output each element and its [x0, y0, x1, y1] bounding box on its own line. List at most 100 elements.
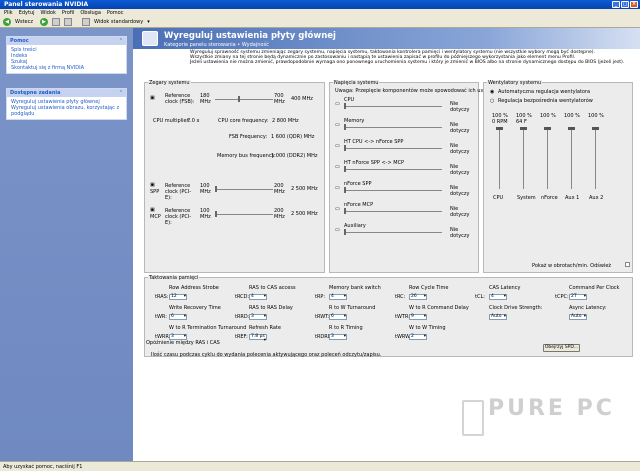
show-rpm-checkbox[interactable]: [625, 262, 630, 267]
ref-clock-label: Reference clock (FSB):: [165, 93, 195, 105]
timing-label: W to W Timing: [409, 325, 446, 331]
timing-select[interactable]: 2T ▾: [569, 294, 587, 300]
chevron-down-icon: ▾: [583, 294, 586, 299]
timing-select[interactable]: 3 ▾: [249, 314, 267, 320]
tasks-panel-title: Dostępne zadania: [10, 90, 61, 96]
fan-slider[interactable]: [568, 127, 575, 189]
timing-select[interactable]: 2 ▾: [409, 334, 427, 340]
chevron-down-icon: ▾: [423, 314, 426, 319]
menu-profile[interactable]: Profil: [62, 10, 74, 16]
task-link-image-preview[interactable]: Wyreguluj ustawienia obrazu, korzystając…: [11, 105, 122, 117]
chevron-down-icon: ▾: [263, 338, 266, 343]
menu-file[interactable]: Plik: [4, 10, 13, 16]
fan-slider[interactable]: [544, 127, 551, 189]
chevron-down-icon: ▾: [263, 314, 266, 319]
help-panel: Pomoc ⌃ Spis treści Indeks Szukaj Skontak…: [6, 36, 127, 74]
ref-clock-slider[interactable]: [215, 96, 273, 102]
fan-direct-label: Regulacja bezpośrednia wentylatorów: [498, 98, 593, 104]
timing-value: 6: [171, 314, 174, 319]
timing-select[interactable]: 7.8 µs ▾: [249, 334, 267, 343]
mcp-clock-label: Reference clock (PCI-E):: [165, 208, 192, 226]
cpu-multiplier-label: CPU multiplier:: [153, 118, 191, 124]
voltages-title: Napięcia systemu: [333, 80, 380, 86]
timing-select[interactable]: 6 ▾: [169, 314, 187, 320]
timing-value: 6: [331, 314, 334, 319]
ref-clock-max: 700 MHz: [274, 93, 285, 105]
minimize-button[interactable]: _: [612, 1, 620, 8]
view-spd-button[interactable]: Obejrzyj SPD...: [543, 344, 580, 352]
voltages-group: Napięcia systemu Uwaga: Przepięcie kompo…: [329, 80, 510, 273]
voltage-slider[interactable]: [344, 229, 442, 235]
spp-clock-slider[interactable]: [215, 186, 273, 192]
maximize-button[interactable]: □: [621, 1, 629, 8]
timing-select[interactable]: 4 ▾: [489, 294, 507, 300]
voltage-slider[interactable]: [344, 145, 442, 151]
voltage-icon: ▭: [335, 185, 340, 191]
timing-label: Row Cycle Time: [409, 285, 449, 291]
back-label[interactable]: Wstecz: [15, 19, 33, 25]
timing-select[interactable]: 12 ▾: [169, 294, 187, 300]
memory-bus-label: Memory bus frequency:: [217, 153, 276, 159]
timing-select[interactable]: 4 ▾: [329, 294, 347, 300]
timing-label: Memory bank switch: [329, 285, 381, 291]
spp-chip-icon: ▣: [150, 182, 155, 188]
collapse-icon[interactable]: ⌃: [119, 38, 123, 44]
fan-auto-radio[interactable]: ◉: [490, 89, 494, 95]
status-text: Aby uzyskać pomoc, naciśnij F1: [3, 464, 83, 470]
timing-code: tWTR:: [395, 314, 410, 320]
status-bar: Aby uzyskać pomoc, naciśnij F1: [0, 461, 640, 471]
timing-label: R to R Timing: [329, 325, 363, 331]
menu-help[interactable]: Pomoc: [107, 10, 124, 16]
chevron-down-icon: ▾: [423, 334, 426, 339]
back-icon[interactable]: ◀: [3, 17, 11, 26]
voltage-slider[interactable]: [344, 103, 442, 109]
forward-icon[interactable]: ▶: [39, 17, 48, 26]
mcp-clock-slider[interactable]: [215, 211, 273, 217]
refresh-icon[interactable]: [63, 17, 72, 26]
voltage-slider[interactable]: [344, 208, 442, 214]
view-dropdown[interactable]: Widok standardowy: [94, 19, 143, 25]
chevron-down-icon: ▾: [503, 314, 506, 319]
chevron-down-icon: ▾: [423, 294, 426, 299]
voltage-slider[interactable]: [344, 166, 442, 172]
voltage-icon: ▭: [335, 164, 340, 170]
timing-select[interactable]: Auto ▾: [569, 314, 587, 320]
voltage-name: Memory: [344, 118, 365, 124]
timing-select[interactable]: Auto ▾: [489, 314, 507, 320]
voltage-value: Nie dotyczy: [450, 206, 470, 218]
page-breadcrumb: Kategorie panelu sterowania • Wydajność: [164, 42, 269, 48]
pc-case-icon: [462, 400, 484, 436]
chevron-down-icon: ▾: [343, 314, 346, 319]
voltage-slider[interactable]: [344, 124, 442, 130]
menu-edit[interactable]: Edytuj: [19, 10, 35, 16]
fan-auto-label: Automatyczna regulacja wentylatora: [498, 89, 591, 95]
menu-view[interactable]: Widok: [41, 10, 56, 16]
voltage-name: Auxiliary: [344, 223, 366, 229]
watermark-logo: PURE PC: [488, 396, 615, 421]
home-icon[interactable]: [51, 17, 60, 26]
fan-direct-radio[interactable]: ○: [490, 98, 494, 104]
timing-label: W to R Termination Turnaround: [169, 325, 247, 331]
timing-select[interactable]: 6 ▾: [329, 314, 347, 320]
cpu-multiplier-value: 7.0 x: [187, 118, 200, 124]
timing-select[interactable]: 4 ▾: [249, 294, 267, 300]
timing-select[interactable]: 9 ▾: [409, 314, 427, 320]
voltage-name: nForce MCP: [344, 202, 374, 208]
timing-value: 7.8 µs: [251, 334, 265, 339]
timing-select[interactable]: 3 ▾: [329, 334, 347, 340]
menu-support[interactable]: Obsługa: [80, 10, 101, 16]
voltage-slider[interactable]: [344, 187, 442, 193]
chevron-down-icon[interactable]: ▾: [147, 19, 150, 25]
fan-percent: 100 %: [540, 113, 556, 119]
fan-label: Aux 1: [565, 195, 580, 201]
tasks-icon[interactable]: [81, 17, 90, 26]
close-button[interactable]: ×: [630, 1, 638, 8]
fan-slider[interactable]: [496, 127, 503, 189]
timing-value: 4: [251, 294, 254, 299]
timing-select[interactable]: 26 ▾: [409, 294, 427, 300]
help-link-contact[interactable]: Skontaktuj się z firmą NVIDIA: [11, 65, 122, 71]
fan-slider[interactable]: [592, 127, 599, 189]
fan-slider[interactable]: [520, 127, 527, 189]
collapse-icon[interactable]: ⌃: [119, 90, 123, 96]
spp-clock-value: 2 500 MHz: [291, 186, 318, 192]
